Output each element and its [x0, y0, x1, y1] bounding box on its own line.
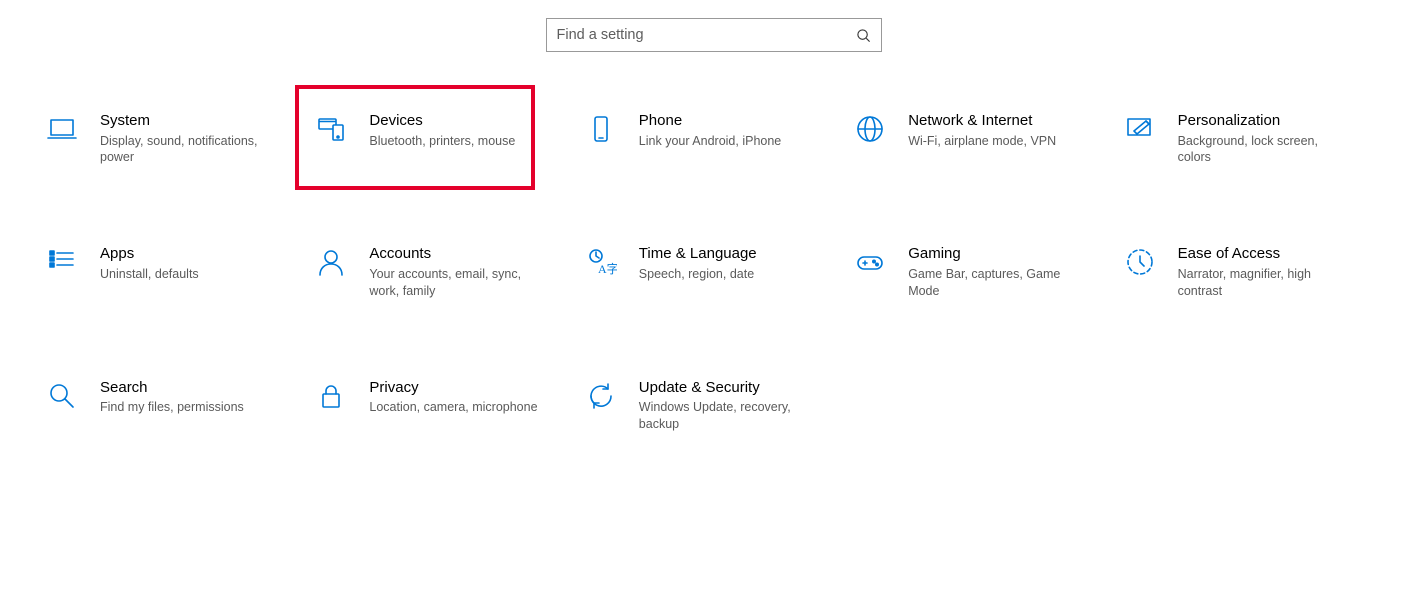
tile-title: Gaming [908, 244, 1083, 264]
tile-title: Accounts [369, 244, 544, 264]
gamepad-icon [852, 244, 888, 278]
tile-title: Network & Internet [908, 111, 1056, 131]
settings-tile-system[interactable]: SystemDisplay, sound, notifications, pow… [40, 105, 309, 172]
globe-icon [852, 111, 888, 145]
tile-title: Devices [369, 111, 515, 131]
ease-icon [1122, 244, 1158, 278]
tile-subtitle: Bluetooth, printers, mouse [369, 133, 515, 150]
time-lang-icon: A字 [583, 244, 619, 278]
settings-tile-accounts[interactable]: AccountsYour accounts, email, sync, work… [309, 238, 578, 305]
apps-icon [44, 244, 80, 278]
pen-icon [1122, 111, 1158, 145]
tile-title: Time & Language [639, 244, 757, 264]
settings-tile-ease[interactable]: Ease of AccessNarrator, magnifier, high … [1118, 238, 1387, 305]
laptop-icon [44, 111, 80, 145]
tile-subtitle: Display, sound, notifications, power [100, 133, 275, 167]
tile-subtitle: Windows Update, recovery, backup [639, 399, 814, 433]
tile-title: System [100, 111, 275, 131]
update-icon [583, 378, 619, 412]
tile-title: Ease of Access [1178, 244, 1353, 264]
phone-icon [583, 111, 619, 145]
settings-tile-network[interactable]: Network & Internet Wi-Fi, airplane mode, … [848, 105, 1117, 172]
tile-subtitle: Find my files, permissions [100, 399, 244, 416]
tile-subtitle: Game Bar, captures, Game Mode [908, 266, 1083, 300]
settings-tile-devices[interactable]: Devices Bluetooth, printers, mouse [309, 105, 578, 172]
person-icon [313, 244, 349, 278]
settings-tile-gaming[interactable]: GamingGame Bar, captures, Game Mode [848, 238, 1117, 305]
tile-subtitle: Location, camera, microphone [369, 399, 537, 416]
tile-title: Apps [100, 244, 199, 264]
svg-text:A字: A字 [598, 261, 617, 276]
tile-title: Privacy [369, 378, 537, 398]
tile-title: Personalization [1178, 111, 1353, 131]
settings-tile-personalization[interactable]: PersonalizationBackground, lock screen, … [1118, 105, 1387, 172]
settings-tile-time[interactable]: A字 Time & Language Speech, region, date [579, 238, 848, 305]
tile-title: Update & Security [639, 378, 814, 398]
settings-tile-phone[interactable]: Phone Link your Android, iPhone [579, 105, 848, 172]
tile-subtitle: Uninstall, defaults [100, 266, 199, 283]
tile-subtitle: Background, lock screen, colors [1178, 133, 1353, 167]
settings-tile-apps[interactable]: Apps Uninstall, defaults [40, 238, 309, 305]
tile-title: Phone [639, 111, 781, 131]
search-icon [856, 28, 871, 43]
lock-icon [313, 378, 349, 412]
settings-tile-privacy[interactable]: PrivacyLocation, camera, microphone [309, 372, 578, 439]
tile-subtitle: Wi-Fi, airplane mode, VPN [908, 133, 1056, 150]
devices-icon [313, 111, 349, 145]
tile-title: Search [100, 378, 244, 398]
search-input[interactable] [557, 27, 856, 43]
tile-subtitle: Link your Android, iPhone [639, 133, 781, 150]
tile-subtitle: Your accounts, email, sync, work, family [369, 266, 544, 300]
settings-tile-search[interactable]: SearchFind my files, permissions [40, 372, 309, 439]
settings-tile-update[interactable]: Update & SecurityWindows Update, recover… [579, 372, 848, 439]
search-big-icon [44, 378, 80, 412]
tile-subtitle: Narrator, magnifier, high contrast [1178, 266, 1353, 300]
tile-subtitle: Speech, region, date [639, 266, 757, 283]
search-box[interactable] [546, 18, 882, 52]
